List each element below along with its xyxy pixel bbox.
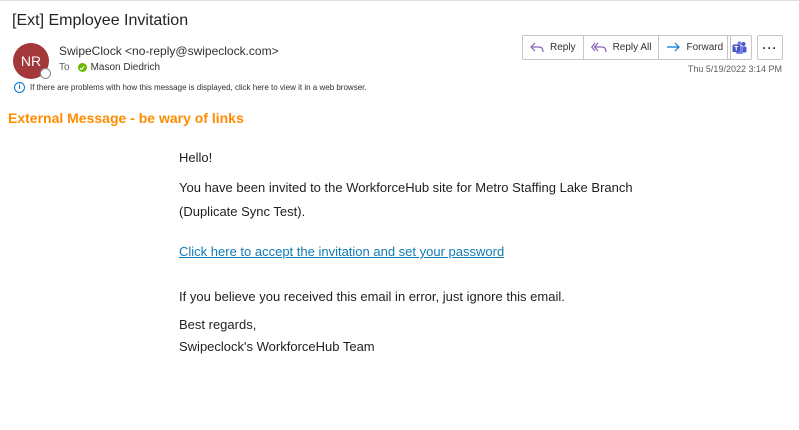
teams-button[interactable] bbox=[727, 35, 752, 60]
reply-all-button[interactable]: Reply All bbox=[584, 36, 660, 59]
info-icon: i bbox=[14, 82, 25, 93]
top-divider bbox=[0, 0, 799, 1]
more-actions-button[interactable]: ··· bbox=[757, 35, 783, 60]
invite-line-1: You have been invited to the WorkforceHu… bbox=[179, 180, 633, 195]
signature-text: Swipeclock's WorkforceHub Team bbox=[179, 339, 375, 354]
recipient-row: To Mason Diedrich bbox=[59, 62, 160, 73]
forward-button[interactable]: Forward bbox=[659, 36, 730, 59]
invite-line-2: (Duplicate Sync Test). bbox=[179, 204, 306, 219]
teams-icon bbox=[732, 40, 747, 54]
available-check-icon bbox=[77, 63, 87, 72]
avatar-initials: NR bbox=[20, 53, 42, 69]
display-problem-text[interactable]: If there are problems with how this mess… bbox=[30, 83, 367, 92]
reply-button[interactable]: Reply bbox=[523, 36, 584, 59]
presence-status-icon bbox=[40, 68, 51, 79]
accept-invitation-link[interactable]: Click here to accept the invitation and … bbox=[179, 244, 504, 259]
sender-name[interactable]: SwipeClock <no-reply@swipeclock.com> bbox=[59, 44, 279, 58]
received-date: Thu 5/19/2022 3:14 PM bbox=[687, 64, 782, 74]
display-problem-notice[interactable]: i If there are problems with how this me… bbox=[14, 82, 367, 93]
external-message-banner: External Message - be wary of links bbox=[8, 110, 244, 126]
greeting-text: Hello! bbox=[179, 150, 213, 165]
reply-label: Reply bbox=[550, 42, 576, 53]
error-note-text: If you believe you received this email i… bbox=[179, 289, 565, 304]
closing-text: Best regards, bbox=[179, 317, 257, 332]
reply-icon bbox=[530, 42, 544, 53]
to-label: To bbox=[59, 62, 70, 73]
email-subject: [Ext] Employee Invitation bbox=[12, 12, 189, 29]
reply-all-icon bbox=[590, 42, 607, 53]
recipient-name[interactable]: Mason Diedrich bbox=[91, 62, 160, 73]
message-actions: Reply Reply All Forward bbox=[522, 35, 732, 60]
reply-all-label: Reply All bbox=[612, 42, 652, 53]
forward-icon bbox=[667, 42, 681, 52]
forward-label: Forward bbox=[686, 42, 724, 53]
